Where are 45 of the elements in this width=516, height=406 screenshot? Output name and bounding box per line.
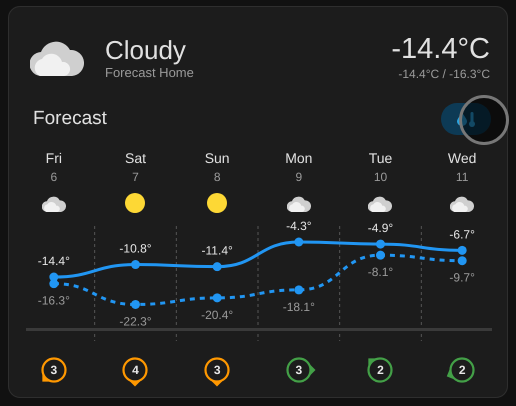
cloud-icon — [368, 194, 392, 212]
forecast-mode-toggle[interactable] — [441, 103, 491, 135]
wind-speed: 3 — [49, 362, 58, 379]
current-temperature: -14.4°C — [391, 33, 490, 65]
section-title: Forecast — [33, 108, 107, 130]
wind-speed: 3 — [294, 362, 304, 379]
sun-icon — [207, 193, 228, 213]
location-name: Forecast Home — [105, 64, 195, 80]
high-low-temperature: -14.4°C / -16.3°C — [398, 67, 490, 81]
weather-condition: Cloudy — [105, 34, 187, 64]
day-name: Wed — [448, 149, 476, 167]
day-date: 11 — [456, 169, 468, 185]
temperature-label: -8.1° — [368, 265, 394, 280]
wind-speed: 3 — [212, 362, 222, 379]
temperature-label: -16.3° — [38, 294, 70, 308]
day-date: 10 — [374, 169, 388, 185]
temperature-label: -14.4° — [38, 254, 70, 268]
cloud-icon — [42, 194, 66, 212]
wind-speed: 2 — [376, 362, 385, 379]
temperature-label: -11.4° — [202, 244, 233, 258]
temperature-label: -10.8° — [119, 242, 152, 256]
touch-indicator — [459, 95, 509, 145]
day-date: 9 — [295, 169, 302, 185]
cloud-icon — [450, 194, 474, 212]
temperature-label: -9.7° — [449, 270, 475, 285]
day-name: Fri — [46, 149, 62, 167]
wind-speed: 2 — [458, 362, 466, 379]
day-name: Mon — [285, 149, 312, 167]
day-date: 6 — [50, 169, 58, 185]
wind-speed: 4 — [131, 362, 140, 379]
cloud-icon — [286, 194, 311, 212]
temperature-label: -4.3° — [286, 219, 312, 233]
drop-icon — [457, 112, 467, 126]
day-date: 8 — [214, 169, 220, 185]
sun-icon — [125, 193, 146, 213]
temperature-label: -6.7° — [449, 227, 475, 242]
temperature-label: -22.3° — [119, 314, 152, 328]
day-name: Sat — [124, 149, 146, 167]
temperature-label: -18.1° — [282, 300, 315, 314]
day-name: Sun — [204, 149, 230, 167]
thermometer-icon — [469, 112, 475, 126]
temperature-label: -20.4° — [201, 308, 234, 322]
day-date: 7 — [132, 169, 139, 185]
day-name: Tue — [368, 149, 392, 167]
temperature-label: -4.9° — [368, 221, 394, 236]
